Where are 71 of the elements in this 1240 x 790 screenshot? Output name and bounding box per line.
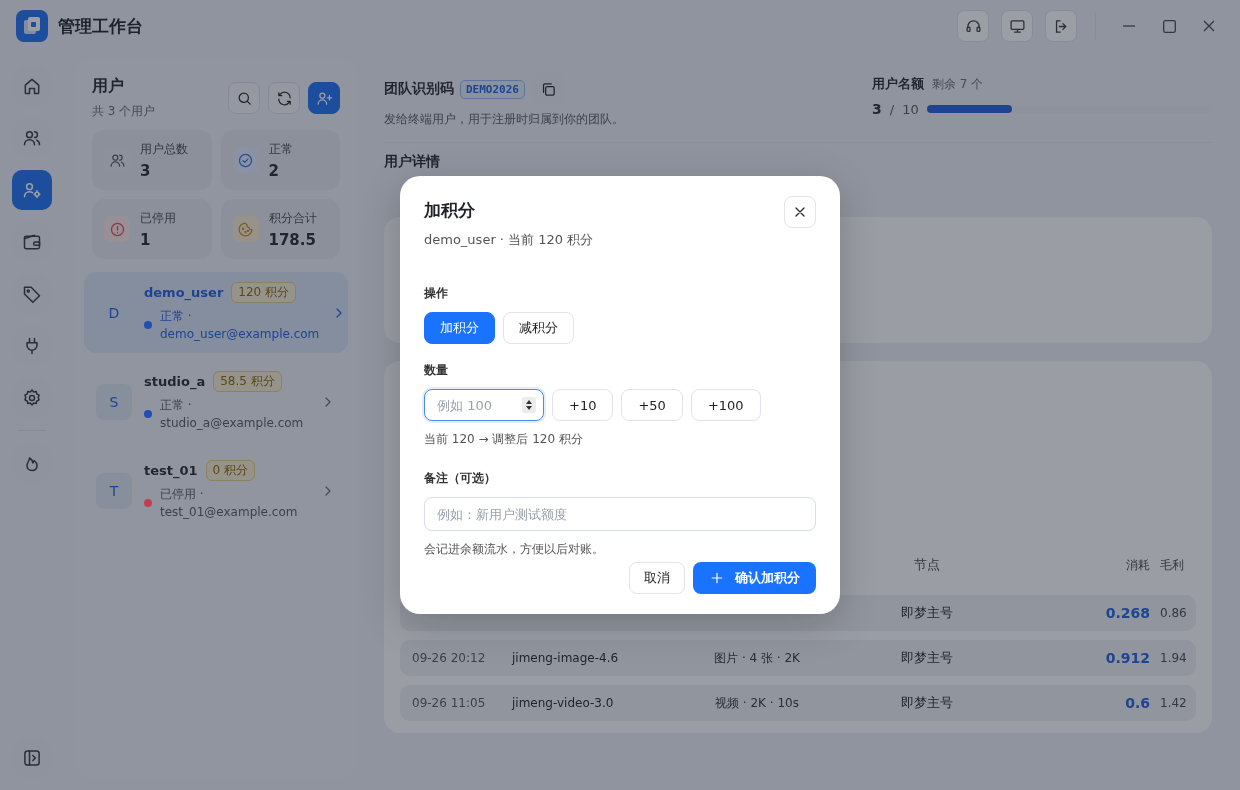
user-email: demo_user@example.com — [160, 326, 320, 343]
quick-amount-button[interactable]: +10 — [552, 389, 614, 421]
stat-value: 3 — [140, 161, 152, 180]
column-header: 毛利 — [1160, 556, 1185, 574]
cancel-button[interactable]: 取消 — [629, 562, 685, 594]
stat-value: 1 — [140, 230, 152, 249]
team-code: DEMO2026 — [460, 79, 525, 99]
team-code-description: 发给终端用户，用于注册时归属到你的团队。 — [384, 111, 625, 128]
user-list-item[interactable]: S studio_a 58.5 积分 正常 · studio_a@example.com — [84, 361, 348, 442]
quota-label: 用户名额 — [872, 75, 924, 93]
table-cell-text: 即梦主号 — [900, 694, 954, 712]
team-code-label: 团队识别码 — [384, 80, 454, 98]
field-label: 操作 — [424, 285, 449, 302]
stat-label: 积分合计 — [268, 209, 317, 227]
table-cell-text: 图片 · 4 张 · 2K — [713, 649, 801, 667]
user-name: test_01 — [144, 463, 198, 478]
stat-value: 2 — [268, 161, 280, 180]
table-cell-text: 0.268 — [1104, 605, 1151, 621]
user-avatar: D — [107, 303, 121, 323]
adjustment-preview: 当前 120 → 调整后 120 积分 — [424, 431, 584, 448]
dialog-subtitle: demo_user · 当前 120 积分 — [424, 231, 595, 249]
panel-subtitle: 共 3 个用户 — [92, 103, 157, 120]
user-list-item[interactable]: T test_01 0 积分 已停用 · test_01@example.com — [84, 450, 348, 531]
table-cell-text: 0.86 — [1160, 606, 1188, 620]
confirm-button[interactable]: 确认加积分 — [693, 562, 816, 594]
table-cell-text: 即梦主号 — [900, 649, 954, 667]
details-title: 用户详情 — [384, 153, 441, 171]
stat-label: 正常 — [268, 140, 293, 158]
amount-input[interactable]: 例如 100 — [424, 389, 544, 421]
operation-toggle[interactable]: 减积分 — [503, 312, 574, 344]
table-cell-text: 即梦主号 — [900, 604, 954, 622]
table-cell-text: jimeng-video-3.0 — [512, 696, 615, 710]
table-cell-text: 09-26 20:12 — [412, 651, 487, 665]
table-cell-text: 0.912 — [1104, 650, 1151, 666]
user-avatar: S — [96, 383, 132, 420]
note-input[interactable]: 例如：新用户测试额度 — [424, 497, 816, 531]
column-header: 节点 — [913, 556, 941, 574]
points-badge: 58.5 积分 — [213, 371, 282, 392]
user-status: 已停用 · — [160, 486, 205, 503]
dialog-title: 加积分 — [424, 199, 476, 222]
stat-label: 用户总数 — [140, 140, 188, 158]
user-email: studio_a@example.com — [160, 415, 305, 432]
table-cell-text: jimeng-image-4.6 — [512, 651, 620, 665]
field-label: 数量 — [424, 362, 449, 379]
quota-remaining: 剩余 7 个 — [932, 76, 984, 93]
points-badge: 120 积分 — [231, 282, 297, 303]
quota-total: 10 — [902, 101, 919, 117]
user-status: 正常 · — [160, 397, 193, 414]
table-cell-text: 1.42 — [1160, 696, 1188, 710]
note-hint: 会记进余额流水，方便以后对账。 — [424, 541, 605, 558]
quota-separator: / — [889, 101, 895, 117]
points-badge: 0 积分 — [205, 460, 256, 481]
panel-title: 用户 — [92, 76, 125, 97]
stat-label: 已停用 — [140, 209, 176, 227]
user-name: studio_a — [144, 374, 206, 389]
table-cell-text: 1.94 — [1160, 651, 1188, 665]
operation-toggle[interactable]: 加积分 — [424, 312, 495, 344]
column-header: 消耗 — [1125, 556, 1151, 574]
quota-used: 3 — [872, 101, 882, 117]
stat-value: 178.5 — [268, 230, 317, 249]
table-cell-text: 09-26 11:05 — [412, 696, 487, 710]
user-name: demo_user — [144, 285, 224, 300]
table-cell-text: 0.6 — [1124, 695, 1151, 711]
user-avatar: T — [96, 472, 132, 509]
user-email: test_01@example.com — [160, 504, 299, 521]
quick-amount-button[interactable]: +100 — [690, 389, 761, 421]
app-title: 管理工作台 — [58, 14, 144, 38]
user-status: 正常 · — [160, 308, 193, 325]
quick-amount-button[interactable]: +50 — [621, 389, 683, 421]
field-label: 备注（可选） — [424, 470, 497, 487]
table-cell-text: 视频 · 2K · 10s — [714, 694, 800, 712]
